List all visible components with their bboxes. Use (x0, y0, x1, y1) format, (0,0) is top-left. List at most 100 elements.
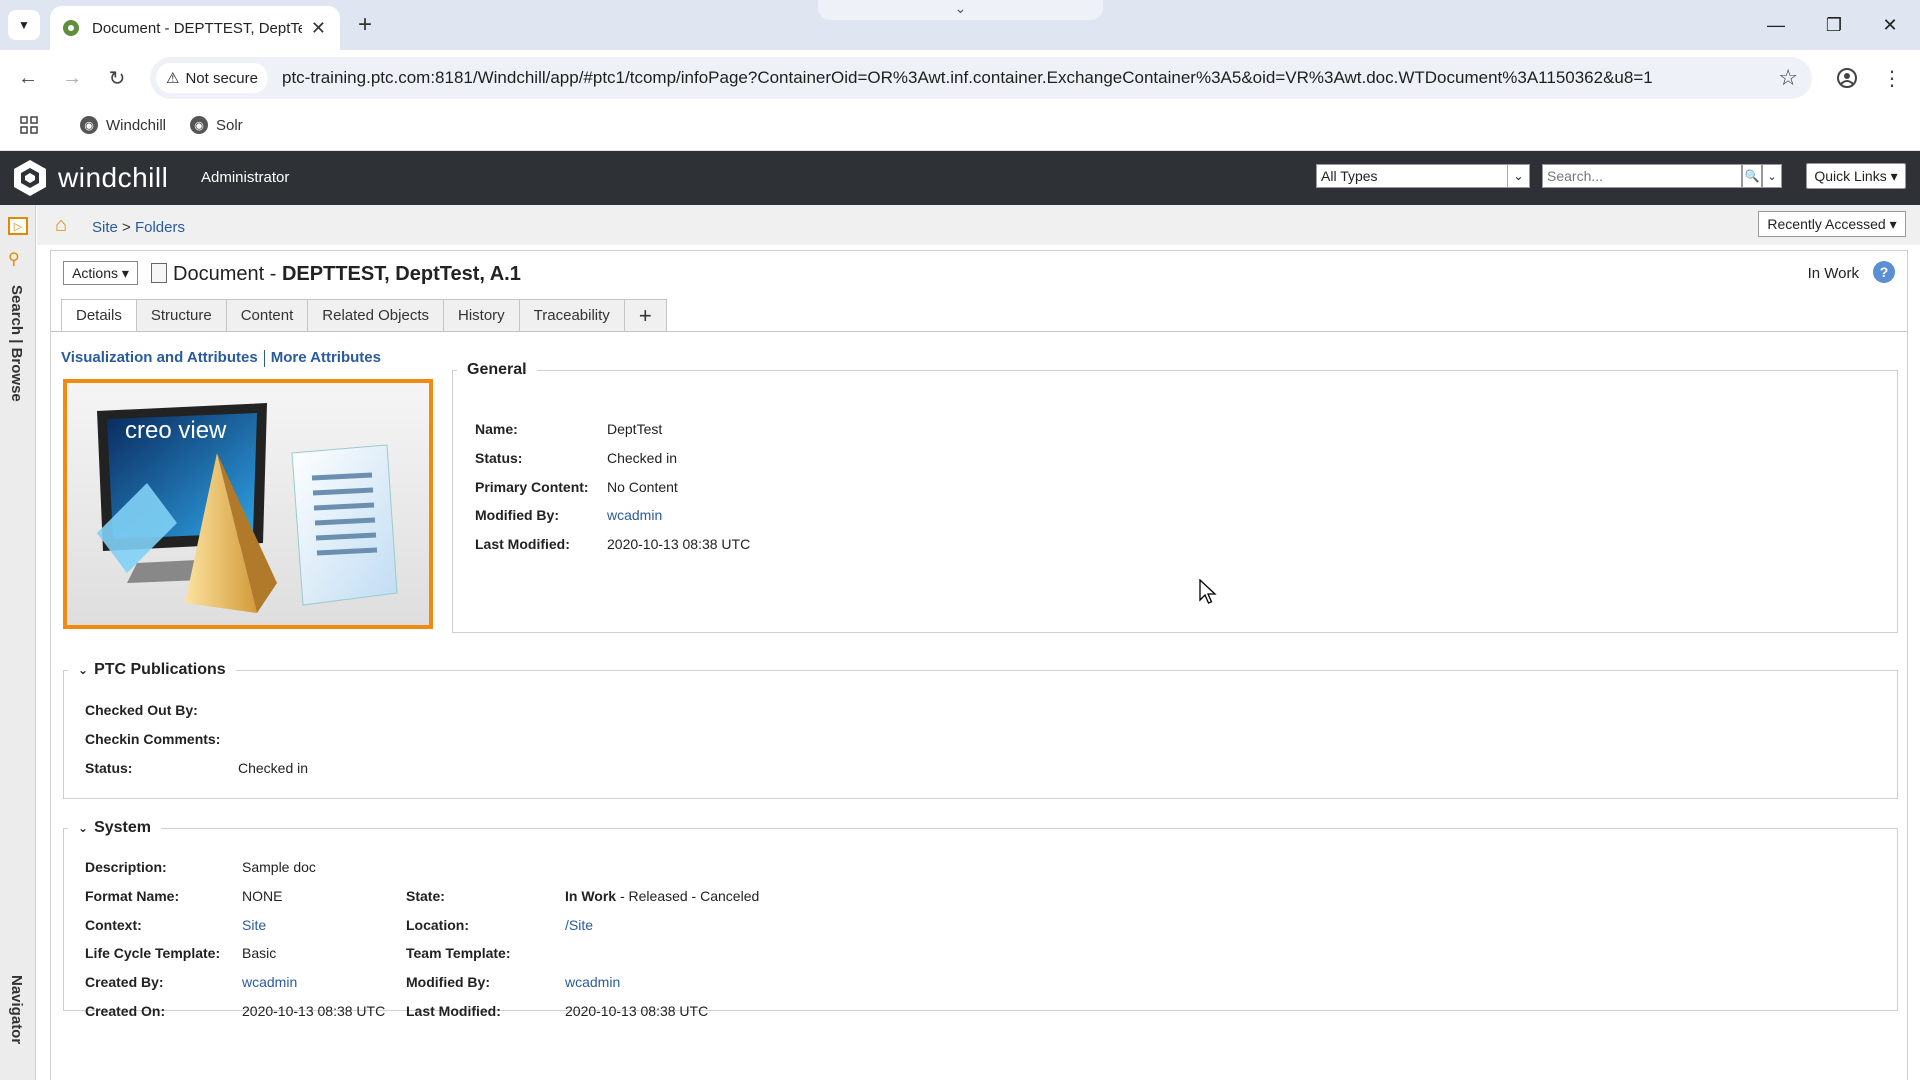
forward-button[interactable]: → (58, 64, 86, 92)
tab-history[interactable]: History (443, 299, 520, 331)
primary-content-value: No Content (607, 479, 678, 495)
profile-icon[interactable] (1833, 64, 1861, 92)
more-attributes-link[interactable]: More Attributes (271, 349, 381, 366)
subtab-separator (263, 349, 265, 367)
actions-menu-button[interactable]: Actions ▾ (63, 261, 138, 285)
globe-icon: ◉ (80, 116, 98, 134)
tab-search-button[interactable]: ▼ (8, 10, 40, 40)
recently-accessed-button[interactable]: Recently Accessed ▾ (1758, 211, 1906, 237)
tab-related-objects[interactable]: Related Objects (307, 299, 444, 331)
search-options-chevron-icon[interactable]: ⌄ (1762, 164, 1782, 188)
windchill-favicon-icon (63, 20, 79, 36)
created-by-link[interactable]: wcadmin (242, 974, 297, 990)
search-input[interactable]: Search... (1542, 164, 1742, 188)
info-tabs: Details Structure Content Related Object… (61, 299, 667, 332)
lifecycle-template-label: Life Cycle Template: (85, 945, 221, 961)
bookmark-windchill[interactable]: ◉ Windchill (80, 116, 166, 134)
tab-content[interactable]: Content (225, 299, 309, 331)
breadcrumb-folders-link[interactable]: Folders (135, 219, 185, 236)
chevron-down-icon: ⌄ (78, 821, 89, 835)
navigator-label[interactable]: Navigator (8, 975, 25, 1044)
address-bar[interactable]: ⚠ Not secure ptc-training.ptc.com:8181/W… (150, 57, 1812, 99)
name-label: Name: (475, 421, 518, 437)
tab-details[interactable]: Details (61, 299, 137, 332)
format-name-value: NONE (242, 888, 283, 904)
description-label: Description: (85, 859, 167, 875)
bookmark-star-icon[interactable]: ☆ (1778, 65, 1798, 91)
team-template-label: Team Template: (406, 945, 511, 961)
description-value: Sample doc (242, 859, 316, 875)
state-label: State: (406, 888, 445, 904)
home-icon[interactable]: ⌂ (55, 214, 67, 237)
status-label: Status: (475, 450, 523, 466)
ptc-publications-legend[interactable]: ⌄ PTC Publications (68, 661, 236, 679)
bookmarks-bar: ◉ Windchill ◉ Solr (0, 106, 1920, 151)
system-legend[interactable]: ⌄ System (68, 819, 161, 837)
warning-icon: ⚠ (166, 70, 180, 87)
chevron-down-icon: ⌄ (1507, 165, 1529, 187)
close-window-button[interactable]: ✕ (1876, 12, 1904, 38)
pub-status-label: Status: (85, 760, 133, 776)
browser-toolbar: ← → ↻ ⚠ Not secure ptc-training.ptc.com:… (0, 50, 1920, 106)
search-placeholder: Search... (1547, 168, 1604, 184)
bookmark-solr[interactable]: ◉ Solr (190, 116, 243, 134)
search-browse-label[interactable]: Search | Browse (8, 285, 25, 402)
modified-by-link[interactable]: wcadmin (607, 507, 662, 523)
sys-last-modified-value: 2020-10-13 08:38 UTC (565, 1003, 709, 1019)
general-legend: General (467, 361, 527, 378)
page-title: Document - DEPTTEST, DeptTest, A.1 (173, 263, 521, 286)
expand-navigator-icon[interactable]: ▷ (8, 217, 28, 235)
windchill-logo-icon (14, 160, 46, 196)
title-identity: DEPTTEST, DeptTest, A.1 (281, 263, 521, 285)
primary-content-label: Primary Content: (475, 479, 589, 495)
lifecycle-state-label: In Work (1807, 265, 1859, 282)
minimize-button[interactable]: — (1762, 12, 1790, 38)
url-text[interactable]: ptc-training.ptc.com:8181/Windchill/app/… (282, 68, 1653, 88)
creo-view-thumbnail[interactable]: creo view (63, 379, 433, 629)
close-tab-icon[interactable]: ✕ (311, 18, 326, 39)
browser-tab-active[interactable]: Document - DEPTTEST, DeptTe ✕ (50, 6, 340, 50)
globe-icon: ◉ (190, 116, 208, 134)
add-tab-button[interactable]: + (623, 299, 667, 331)
breadcrumb-site-link[interactable]: Site (92, 219, 118, 236)
creo-view-illustration (97, 403, 398, 613)
site-info-button[interactable]: ⚠ Not secure (156, 63, 268, 93)
ptc-publications-section: ⌄ PTC Publications (63, 661, 1898, 799)
state-value: In Work - Released - Canceled (565, 888, 759, 904)
pub-status-value: Checked in (238, 760, 309, 776)
visualization-attributes-link[interactable]: Visualization and Attributes (61, 349, 258, 366)
tab-traceability[interactable]: Traceability (518, 299, 625, 331)
search-icon[interactable]: ⚲ (8, 249, 20, 269)
breadcrumb-separator: > (122, 219, 131, 236)
checkin-comments-label: Checkin Comments: (85, 731, 221, 747)
info-page-panel: Actions ▾ Document - DEPTTEST, DeptTest,… (50, 250, 1908, 1080)
tab-structure[interactable]: Structure (135, 299, 227, 331)
created-on-value: 2020-10-13 08:38 UTC (242, 1003, 386, 1019)
general-section: General (452, 361, 1898, 633)
sys-last-modified-label: Last Modified: (406, 1003, 501, 1019)
help-icon[interactable]: ? (1873, 261, 1895, 283)
breadcrumb-bar: ⌂ Site > Folders Recently Accessed ▾ (37, 205, 1920, 245)
back-button[interactable]: ← (14, 64, 42, 92)
browser-menu-icon[interactable]: ⋮ (1878, 64, 1906, 92)
context-link[interactable]: Site (242, 917, 266, 933)
browser-tabstrip: ▼ Document - DEPTTEST, DeptTe ✕ + ⌄ — ❐ … (0, 0, 1920, 50)
type-select[interactable]: All Types ⌄ (1316, 164, 1530, 188)
search-icon[interactable]: 🔍 (1742, 164, 1762, 188)
sys-modified-by-link[interactable]: wcadmin (565, 974, 620, 990)
status-value: Checked in (607, 450, 678, 466)
apps-grid-icon[interactable] (20, 116, 38, 134)
new-tab-button[interactable]: + (352, 11, 378, 38)
tab-strip-notch[interactable]: ⌄ (818, 0, 1103, 20)
restore-button[interactable]: ❐ (1820, 12, 1848, 38)
last-modified-label: Last Modified: (475, 536, 570, 552)
state-current: In Work (565, 888, 617, 904)
last-modified-value: 2020-10-13 08:38 UTC (607, 536, 751, 552)
windchill-logo[interactable]: windchill (12, 159, 168, 197)
quick-links-button[interactable]: Quick Links ▾ (1806, 163, 1906, 189)
location-link[interactable]: /Site (565, 917, 593, 933)
reload-button[interactable]: ↻ (103, 64, 131, 92)
created-on-label: Created On: (85, 1003, 166, 1019)
title-type: Document - (173, 263, 282, 285)
navigator-rail: ▷ ⚲ Search | Browse Navigator (0, 205, 36, 1080)
